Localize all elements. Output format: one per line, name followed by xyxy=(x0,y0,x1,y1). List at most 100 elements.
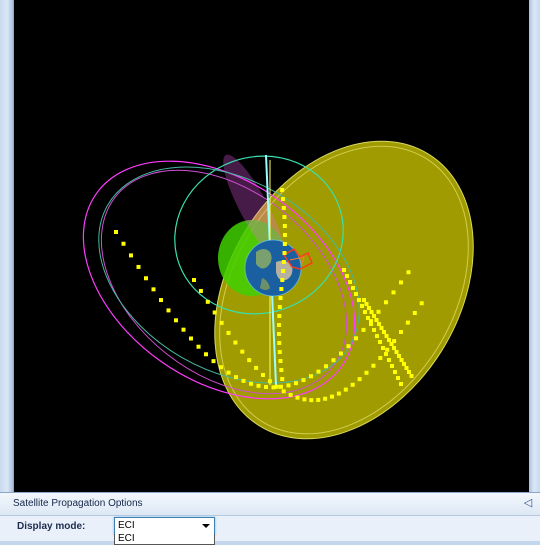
ground-track-point xyxy=(384,300,388,305)
ground-track-point xyxy=(249,381,253,386)
ground-track-point xyxy=(384,334,389,338)
ground-track-point xyxy=(324,364,328,369)
ground-track-point xyxy=(407,370,411,374)
ground-track-point xyxy=(309,398,314,403)
ground-track-point xyxy=(192,278,196,282)
ground-track-point xyxy=(345,274,349,278)
earth-globe xyxy=(244,239,302,297)
ground-track-point xyxy=(323,396,328,401)
ground-track-point xyxy=(279,384,283,389)
ground-track-point xyxy=(280,188,285,192)
ground-track-point xyxy=(364,370,369,375)
ground-track-point xyxy=(189,336,193,341)
ground-track-point xyxy=(282,251,287,255)
ground-track-point xyxy=(294,381,298,386)
ground-track-point xyxy=(402,362,406,366)
chevron-down-icon xyxy=(202,524,210,528)
ground-track-point xyxy=(396,376,400,380)
ground-track-point xyxy=(219,365,223,370)
ground-track-point xyxy=(274,384,279,389)
ground-track-point xyxy=(277,332,282,336)
ground-track-point xyxy=(121,241,126,246)
ground-track-point xyxy=(309,374,313,379)
ground-track-point xyxy=(389,342,394,346)
ground-track-point xyxy=(277,350,282,354)
ground-track-point xyxy=(226,330,231,335)
ground-track-point xyxy=(351,286,355,290)
ground-track-point xyxy=(302,397,307,402)
ground-track-point xyxy=(385,347,390,352)
ground-track-point xyxy=(343,387,348,392)
ground-track-point xyxy=(378,340,382,344)
ground-track-point xyxy=(379,326,384,330)
ground-track-point xyxy=(281,389,286,394)
ground-track-point xyxy=(198,288,203,293)
ground-track-point xyxy=(282,242,287,246)
ground-track-point xyxy=(166,308,171,313)
window-frame-right xyxy=(528,0,540,492)
ground-track-point xyxy=(277,341,282,345)
ground-track-point xyxy=(254,365,259,370)
ground-track-point xyxy=(336,391,341,396)
ground-track-point xyxy=(277,305,282,309)
ground-track-point xyxy=(371,363,376,368)
ground-track-point xyxy=(226,370,231,375)
ground-track-point xyxy=(348,280,352,284)
3d-orbit-viewport[interactable] xyxy=(14,0,529,492)
ground-track-point xyxy=(354,292,358,296)
ground-track-point xyxy=(281,260,286,264)
ground-track-point xyxy=(282,233,287,237)
ground-track-point xyxy=(372,328,376,332)
ground-track-point xyxy=(247,358,252,363)
ground-track-point xyxy=(261,372,265,377)
ground-track-point xyxy=(378,356,383,361)
ground-track-point xyxy=(278,296,283,300)
ground-track-point xyxy=(357,298,361,302)
ground-track-point xyxy=(280,278,285,282)
ground-track-point xyxy=(295,395,300,400)
dropdown-option-eci[interactable]: ECI xyxy=(118,534,135,544)
ground-track-point xyxy=(114,230,118,234)
ground-track-point xyxy=(391,290,396,295)
ground-track-point xyxy=(279,368,284,372)
ground-track-point xyxy=(363,310,367,314)
ground-track-point xyxy=(399,382,403,386)
ground-track-point xyxy=(278,359,283,363)
panel-title: Satellite Propagation Options xyxy=(13,498,143,509)
window-frame-left xyxy=(0,0,14,492)
ground-track-point xyxy=(376,309,381,314)
display-mode-select[interactable]: ECI xyxy=(114,517,215,535)
ground-track-point xyxy=(339,351,343,356)
ground-track-point xyxy=(241,378,246,383)
ground-track-point xyxy=(409,374,414,378)
ground-track-point xyxy=(399,358,404,362)
ground-track-point xyxy=(346,344,351,349)
ground-track-point xyxy=(281,197,286,201)
ground-track-point xyxy=(367,306,371,310)
ground-track-point xyxy=(399,280,403,285)
panel-header: Satellite Propagation Options ◁ xyxy=(0,493,540,516)
display-mode-value: ECI xyxy=(118,520,135,531)
ground-track-point xyxy=(342,268,346,272)
ground-track-point xyxy=(374,318,379,322)
ground-track-point xyxy=(282,224,287,228)
ground-track-point xyxy=(277,314,282,318)
pin-icon[interactable]: ◁ xyxy=(521,496,535,510)
ground-track-point xyxy=(404,366,409,370)
ground-track-point xyxy=(267,379,272,384)
ground-track-point xyxy=(279,287,284,291)
ground-track-point xyxy=(331,358,336,363)
ground-track-point xyxy=(211,359,216,364)
ground-track-point xyxy=(281,206,286,210)
ground-track-point xyxy=(240,349,245,354)
propagation-options-panel: Satellite Propagation Options ◁ Display … xyxy=(0,492,540,545)
ground-track-point xyxy=(405,320,410,325)
ground-track-point xyxy=(387,358,391,362)
ground-track-point xyxy=(174,318,178,323)
ground-track-point xyxy=(364,302,369,306)
ground-track-point xyxy=(196,344,201,349)
ground-track-point xyxy=(387,338,391,342)
ground-track-point xyxy=(204,352,208,357)
ground-track-point xyxy=(129,253,133,258)
ground-track-point xyxy=(280,377,285,381)
